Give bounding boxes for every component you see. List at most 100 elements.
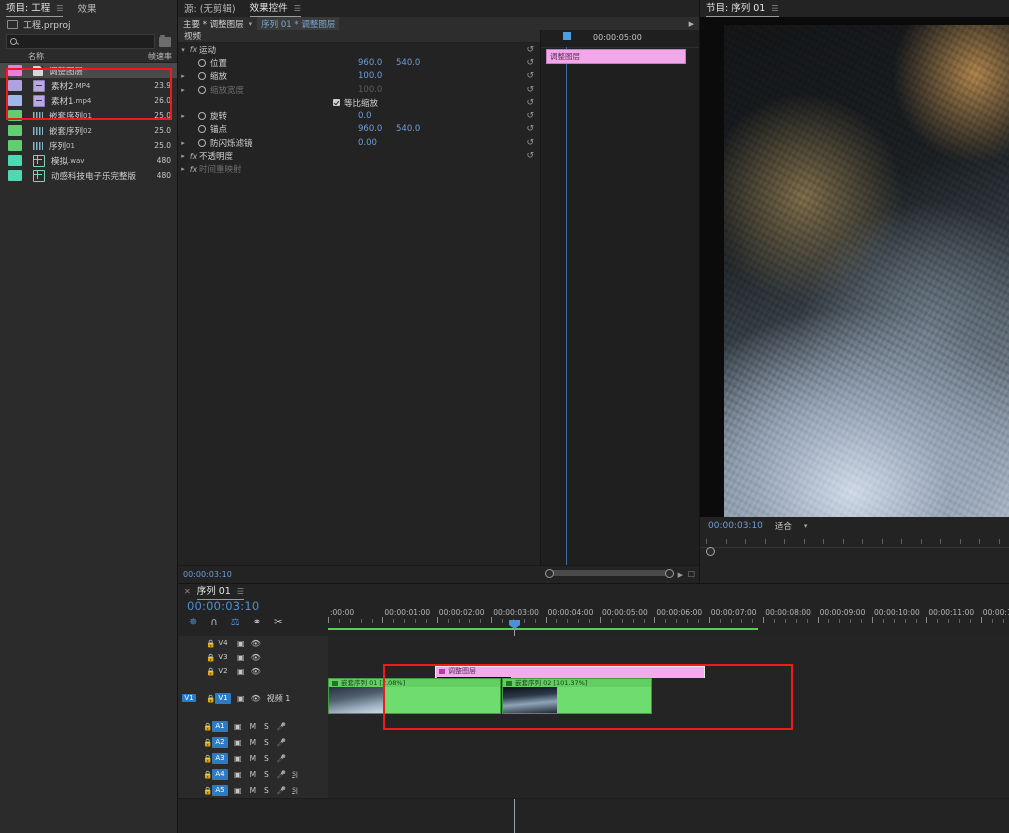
source-track-indicator[interactable]: V1 xyxy=(182,694,196,702)
effect-parameter-row[interactable]: ▸ 缩放宽度 100.0 ↺ xyxy=(178,83,540,96)
sync-lock-icon[interactable]: ▣ xyxy=(237,694,245,703)
track-content-v4[interactable] xyxy=(328,636,1009,650)
tab-project[interactable]: 项目: 工程 ☰ xyxy=(6,0,64,17)
voice-over-record-icon[interactable]: 🎤 xyxy=(277,738,286,747)
effect-parameter-row[interactable]: 锚点 960.0 540.0 ↺ xyxy=(178,123,540,136)
stopwatch-icon[interactable] xyxy=(198,58,206,67)
play-in-to-out-icon[interactable]: ▶ xyxy=(678,571,683,579)
breadcrumb-master[interactable]: 主要 * 调整图层 xyxy=(183,18,244,30)
track-header-a3[interactable]: 🔒 A3 ▣ M S 🎤 xyxy=(178,750,328,766)
track-header-v4[interactable]: 🔒 V4 ▣ 👁 xyxy=(178,636,328,650)
voice-over-record-icon[interactable]: 🎤 xyxy=(277,770,286,779)
reset-icon[interactable]: ↺ xyxy=(526,138,534,148)
program-timecode[interactable]: 00:00:03:10 xyxy=(708,521,763,531)
footer-timecode[interactable]: 00:00:03:10 xyxy=(178,570,232,579)
toggle-track-output-icon[interactable]: 👁 xyxy=(251,653,261,662)
lock-track-icon[interactable]: 🔒 xyxy=(203,738,212,747)
effect-group-row[interactable]: ▾ fx 运动 ↺ xyxy=(178,43,540,56)
track-content-v1[interactable]: 嵌套序列 01 [2.08%] 嵌套序列 02 [101.37%] xyxy=(328,678,1009,718)
chevron-down-icon[interactable]: ▾ xyxy=(178,46,188,54)
track-name-label[interactable]: A2 xyxy=(212,736,228,748)
search-input[interactable] xyxy=(6,34,155,49)
mute-track-button[interactable]: M xyxy=(250,738,256,747)
track-content-a2[interactable] xyxy=(328,734,1009,750)
chevron-down-icon[interactable]: ▾ xyxy=(804,522,808,530)
solo-track-button[interactable]: S xyxy=(264,722,269,731)
lock-track-icon[interactable]: 🔒 xyxy=(203,770,212,779)
sync-lock-icon[interactable]: ▣ xyxy=(237,653,245,662)
toggle-track-output-icon[interactable]: 👁 xyxy=(251,639,261,648)
timeline-clip-nested-02[interactable]: 嵌套序列 02 [101.37%] xyxy=(502,678,652,714)
stopwatch-icon[interactable] xyxy=(198,112,206,121)
effect-controls-ruler[interactable]: 00:00:05:00 xyxy=(541,30,699,48)
panel-menu-icon[interactable]: ☰ xyxy=(56,4,63,13)
parameter-value-y[interactable]: 540.0 xyxy=(396,124,420,134)
effect-parameter-row[interactable]: 位置 960.0 540.0 ↺ xyxy=(178,56,540,69)
solo-track-button[interactable]: S xyxy=(264,786,269,795)
lock-track-icon[interactable]: 🔒 xyxy=(206,667,215,676)
mute-track-button[interactable]: M xyxy=(250,722,256,731)
tab-source-monitor[interactable]: 源: (无剪辑) xyxy=(184,1,236,17)
solo-track-button[interactable]: S xyxy=(264,754,269,763)
track-content-a1[interactable] xyxy=(328,718,1009,734)
parameter-value-x[interactable]: 100.0 xyxy=(358,71,382,81)
program-monitor-video-area[interactable] xyxy=(700,17,1009,517)
tab-program-monitor[interactable]: 节目: 序列 01 ☰ xyxy=(706,0,779,17)
effect-controls-clip-bar[interactable]: 调整图层 xyxy=(546,49,686,64)
track-name-label[interactable]: A5 xyxy=(212,784,228,796)
playhead-marker-icon[interactable] xyxy=(563,32,571,40)
zoom-handle-left[interactable] xyxy=(545,569,554,578)
reset-icon[interactable]: ↺ xyxy=(526,85,534,95)
panel-menu-icon[interactable]: ☰ xyxy=(237,587,244,596)
marker-icon[interactable]: ⚭ xyxy=(253,617,261,628)
toggle-track-output-icon[interactable]: 👁 xyxy=(251,667,261,676)
stopwatch-icon[interactable] xyxy=(198,125,206,134)
snap-to-playhead-icon[interactable]: ✵ xyxy=(189,617,197,628)
sync-lock-icon[interactable]: ▣ xyxy=(234,738,242,747)
effect-group-row[interactable]: ▸ fx 时间重映射 xyxy=(178,163,540,176)
track-header-v1[interactable]: V1 🔒 V1 ▣ 👁 视频 1 xyxy=(178,678,328,718)
panel-menu-icon[interactable]: ☰ xyxy=(294,4,301,13)
project-bin-row[interactable]: 工程.prproj xyxy=(0,17,177,31)
track-name-label[interactable]: A1 xyxy=(212,720,228,732)
stopwatch-icon[interactable] xyxy=(198,138,206,147)
project-item-row[interactable]: 素材1 .mp4 26.0 xyxy=(0,93,177,108)
sync-lock-icon[interactable]: ▣ xyxy=(234,770,242,779)
track-header-a2[interactable]: 🔒 A2 ▣ M S 🎤 xyxy=(178,734,328,750)
solo-track-button[interactable]: S xyxy=(264,738,269,747)
sync-lock-icon[interactable]: ▣ xyxy=(234,754,242,763)
effect-parameter-row[interactable]: ▸ 防闪烁滤镜 0.00 ↺ xyxy=(178,136,540,149)
mute-track-button[interactable]: M xyxy=(250,786,256,795)
timeline-timecode[interactable]: 00:00:03:10 xyxy=(178,599,328,613)
reset-icon[interactable]: ↺ xyxy=(526,58,534,68)
reset-icon[interactable]: ↺ xyxy=(526,111,534,121)
effect-parameter-row[interactable]: ▸ 旋转 0.0 ↺ xyxy=(178,109,540,122)
reset-icon[interactable]: ↺ xyxy=(526,98,534,108)
project-item-row[interactable]: 嵌套序列 02 25.0 xyxy=(0,123,177,138)
reset-icon[interactable]: ↺ xyxy=(526,124,534,134)
parameter-value-x[interactable]: 0.0 xyxy=(358,111,372,121)
chevron-right-icon[interactable]: ▸ xyxy=(178,86,188,94)
solo-track-button[interactable]: S xyxy=(264,770,269,779)
reset-icon[interactable]: ↺ xyxy=(526,71,534,81)
toggle-track-output-icon[interactable]: 👁 xyxy=(251,694,261,703)
track-name-label[interactable]: V1 xyxy=(215,692,231,704)
lock-track-icon[interactable]: 🔒 xyxy=(206,639,215,648)
track-name-label[interactable]: V3 xyxy=(215,652,231,663)
track-header-v3[interactable]: 🔒 V3 ▣ 👁 xyxy=(178,650,328,664)
magnet-icon[interactable]: ∩ xyxy=(210,617,217,628)
lock-track-icon[interactable]: 🔒 xyxy=(203,786,212,795)
lock-track-icon[interactable]: 🔒 xyxy=(203,754,212,763)
stopwatch-icon[interactable] xyxy=(198,85,206,94)
play-arrow-icon[interactable]: ▶ xyxy=(689,20,699,28)
track-content-a4[interactable] xyxy=(328,766,1009,782)
zoom-level-select[interactable]: 适合 xyxy=(775,520,792,532)
chevron-right-icon[interactable]: ▸ xyxy=(178,72,188,80)
lock-track-icon[interactable]: 🔒 xyxy=(206,653,215,662)
chevron-right-icon[interactable]: ▸ xyxy=(178,139,188,147)
track-name-label[interactable]: A3 xyxy=(212,752,228,764)
voice-over-record-icon[interactable]: 🎤 xyxy=(277,754,286,763)
track-name-label[interactable]: V4 xyxy=(215,638,231,649)
linked-selection-icon[interactable]: ⚖ xyxy=(231,617,240,628)
lock-track-icon[interactable]: 🔒 xyxy=(203,722,212,731)
